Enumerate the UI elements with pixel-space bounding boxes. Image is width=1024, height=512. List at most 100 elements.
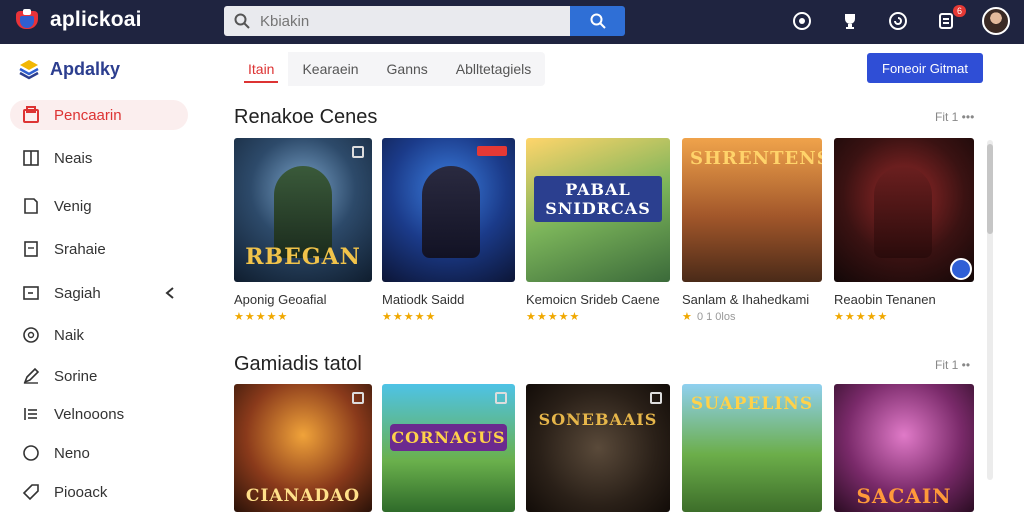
cover-logo-text: PABAL SNIDRCAS — [534, 176, 662, 222]
book-icon — [24, 198, 38, 214]
tag-icon — [22, 484, 39, 501]
sidebar-item-pencaarin[interactable]: Pencaarin — [10, 100, 188, 130]
search-icon — [234, 13, 250, 29]
rating-stars: ★★★★★ — [382, 311, 437, 323]
search-icon — [590, 13, 606, 29]
game-cover-image — [382, 138, 515, 282]
sidebar-item-neais[interactable]: Neais — [10, 143, 188, 173]
sidebar-item-label: Neais — [54, 149, 93, 167]
notifications-button[interactable]: 6 — [934, 5, 966, 33]
cover-logo-text: SUAPELINS — [690, 394, 814, 414]
game-card[interactable]: SONEBAAIS — [526, 384, 670, 512]
search-input[interactable] — [260, 12, 560, 30]
list-icon — [24, 408, 37, 420]
sidebar-item-piooack[interactable]: Piooack — [10, 477, 188, 507]
cover-logo-text: CORNAGUS — [390, 424, 507, 451]
avatar[interactable] — [982, 7, 1010, 35]
game-title: Matiodk Saidd — [382, 292, 465, 307]
section-title: Renakoe Cenes — [234, 106, 378, 128]
game-card[interactable]: RBEGAN Aponig Geoafial ★★★★★ — [234, 138, 372, 323]
updates-button[interactable] — [886, 9, 910, 33]
top-actions: 6 — [790, 5, 1010, 35]
game-card[interactable]: CIANADAO — [234, 384, 372, 512]
sidebar-item-label: Naik — [54, 326, 85, 344]
compass-icon — [793, 12, 811, 30]
game-card[interactable]: Reaobin Tenanen ★★★★★ — [834, 138, 974, 323]
sidebar-item-neno[interactable]: Neno — [10, 438, 188, 468]
sidebar-item-label: Neno — [54, 444, 90, 462]
category-tabs: Itain Kearaein Ganns Ablltetagiels — [234, 52, 546, 86]
search-bar — [224, 6, 625, 36]
game-title: Kemoicn Srideb Caene — [526, 292, 660, 307]
circle-icon — [23, 327, 39, 343]
discover-button[interactable] — [790, 9, 814, 33]
sidebar-item-velnooons[interactable]: Velnooons — [10, 399, 188, 429]
game-cover-image: SACAIN — [834, 384, 974, 512]
play-button[interactable] — [950, 258, 972, 280]
game-cover-image — [834, 138, 974, 282]
sidebar-item-label: Piooack — [54, 483, 108, 501]
cover-logo-text: RBEGAN — [245, 244, 361, 270]
game-cover-image: RBEGAN — [234, 138, 372, 282]
rating-stars: ★★★★★ — [234, 311, 289, 323]
sidebar-item-sorine[interactable]: Sorine — [10, 361, 188, 391]
chevron-left-icon[interactable] — [164, 286, 176, 300]
cover-logo-text: SACAIN — [856, 484, 952, 508]
sidebar-item-srahaie[interactable]: Srahaie — [10, 234, 188, 264]
game-card[interactable]: SUAPELINS — [682, 384, 822, 512]
tab-ablltetagiels[interactable]: Ablltetagiels — [442, 52, 546, 86]
top-bar: aplickoai 6 — [0, 0, 1024, 44]
search-field[interactable] — [224, 6, 570, 36]
cover-logo-text: CIANADAO — [245, 486, 361, 506]
store-icon — [23, 106, 39, 123]
tab-ganns[interactable]: Ganns — [373, 52, 442, 86]
sidebar-item-venig[interactable]: Venig — [10, 191, 188, 221]
game-title: Reaobin Tenanen — [834, 292, 936, 307]
game-title: Aponig Geoafial — [234, 292, 327, 307]
app-brand[interactable]: aplickoai — [14, 7, 142, 33]
game-card[interactable]: Matiodk Saidd ★★★★★ — [382, 138, 515, 323]
game-cover-image: CIANADAO — [234, 384, 372, 512]
search-button[interactable] — [570, 6, 625, 36]
sidebar-brand[interactable]: Apdalky — [18, 58, 120, 80]
folder-icon — [23, 286, 39, 300]
sidebar-item-label: Sagiah — [54, 284, 101, 302]
trophy-icon — [845, 14, 855, 29]
section-title: Gamiadis tatol — [234, 353, 362, 375]
game-card[interactable]: PABAL SNIDRCAS Kemoicn Srideb Caene ★★★★… — [526, 138, 670, 323]
chat-icon — [23, 445, 39, 461]
tab-kearaein[interactable]: Kearaein — [288, 52, 372, 86]
sidebar-item-label: Pencaarin — [54, 106, 122, 124]
game-cover-image: SONEBAAIS — [526, 384, 670, 512]
rating-stars: ★★★★★ — [834, 311, 889, 323]
refresh-icon — [889, 12, 907, 30]
section-more-link[interactable]: Fit 1 •• — [935, 358, 970, 372]
app-name: aplickoai — [50, 8, 142, 31]
section-more-link[interactable]: Fit 1 ••• — [935, 110, 974, 124]
trophy-button[interactable] — [838, 9, 862, 33]
game-card[interactable]: SACAIN — [834, 384, 974, 512]
sidebar-item-label: Velnooons — [54, 405, 125, 423]
rating-stars: ★★★★★ — [526, 311, 581, 323]
scrollbar-thumb[interactable] — [987, 144, 993, 234]
game-title: Sanlam & Ihahedkami — [682, 292, 810, 307]
sidebar-item-label: Sorine — [54, 367, 98, 385]
game-cover-image: SHRENTENS — [682, 138, 822, 282]
app-logo-icon — [14, 7, 40, 33]
cover-logo-text: SONEBAAIS — [538, 410, 658, 429]
sidebar-item-label: Srahaie — [54, 240, 106, 258]
primary-action-button[interactable]: Foneoir Gitmat — [867, 53, 983, 83]
scrollbar[interactable] — [987, 140, 993, 480]
sidebar-brand-label: Apdalky — [50, 58, 121, 79]
game-card[interactable]: SHRENTENS Sanlam & Ihahedkami ★ 0 1 0los — [682, 138, 822, 323]
game-card[interactable]: CORNAGUS — [382, 384, 515, 512]
cover-logo-text: SHRENTENS — [690, 148, 822, 169]
tab-itain[interactable]: Itain — [234, 52, 289, 86]
rating-stars: ★ 0 1 0los — [682, 311, 736, 323]
edit-icon — [23, 367, 40, 384]
document-icon — [24, 241, 38, 257]
sidebar-item-naik[interactable]: Naik — [10, 320, 188, 350]
game-cover-image: PABAL SNIDRCAS — [526, 138, 670, 282]
sidebar: Apdalky Pencaarin Neais Venig Srahaie Sa… — [0, 44, 200, 512]
sidebar-item-sagiah[interactable]: Sagiah — [10, 278, 188, 308]
